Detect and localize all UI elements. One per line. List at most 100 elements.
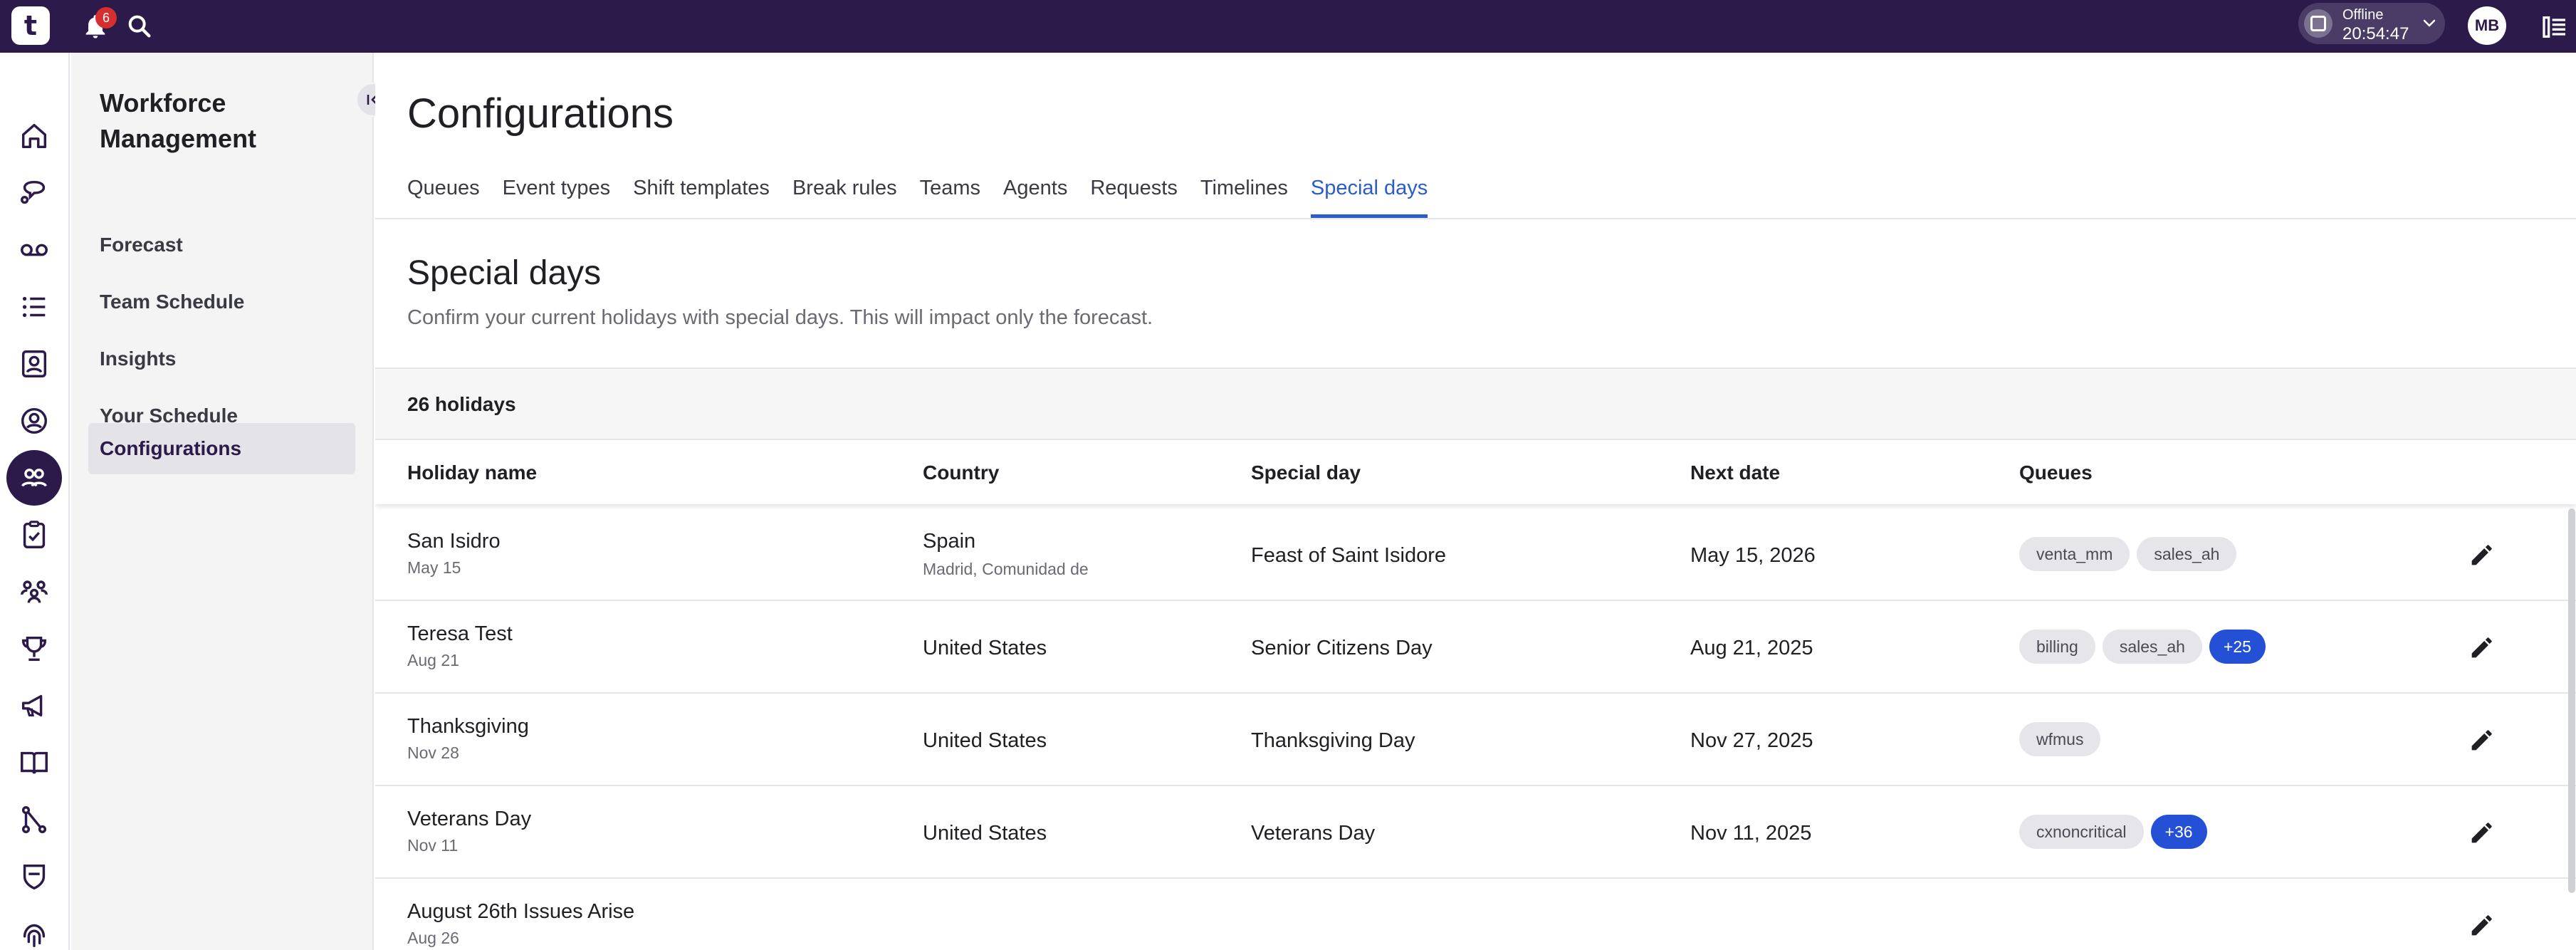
- holiday-count: 26 holidays: [407, 393, 516, 415]
- edit-button[interactable]: [2464, 538, 2498, 573]
- column-queues: Queues: [2019, 461, 2093, 484]
- nav-item-insights[interactable]: Insights: [88, 333, 355, 385]
- edit-button[interactable]: [2464, 816, 2498, 850]
- section-description: Confirm your current holidays with speci…: [407, 306, 1153, 329]
- pencil-icon: [2471, 823, 2492, 843]
- search-icon[interactable]: [125, 12, 154, 41]
- chat-icon: [21, 180, 46, 204]
- tab-timelines[interactable]: Timelines: [1200, 174, 1288, 218]
- country: United States: [923, 822, 1047, 845]
- queue-chip: sales_ah: [2102, 630, 2202, 664]
- flow-icon: [21, 806, 47, 833]
- queue-chips: venta_mm sales_ah: [2019, 537, 2237, 571]
- nav-item-forecast[interactable]: Forecast: [88, 219, 355, 271]
- more-queues-chip[interactable]: +25: [2209, 630, 2266, 664]
- table-row[interactable]: Thanksgiving Nov 28 United States Thanks…: [375, 694, 2576, 786]
- tab-teams[interactable]: Teams: [920, 174, 980, 218]
- tab-queues[interactable]: Queues: [407, 174, 480, 218]
- column-special-day: Special day: [1251, 461, 1361, 484]
- holiday-name: San Isidro: [407, 530, 501, 553]
- tab-event-types[interactable]: Event types: [503, 174, 611, 218]
- home-icon: [21, 123, 47, 149]
- tab-break-rules[interactable]: Break rules: [792, 174, 897, 218]
- rail-home[interactable]: [6, 108, 62, 164]
- table-scrollbar[interactable]: [2568, 508, 2575, 893]
- queue-chips: cxnoncritical +36: [2019, 815, 2207, 849]
- rail-trophy[interactable]: [6, 621, 62, 677]
- table-row[interactable]: Veterans Day Nov 11 United States Vetera…: [375, 786, 2576, 879]
- queue-chips: wfmus: [2019, 722, 2101, 756]
- more-queues-chip[interactable]: +36: [2150, 815, 2207, 849]
- rail-team[interactable]: [6, 564, 62, 620]
- rail-list[interactable]: [6, 279, 62, 335]
- rail-book[interactable]: [6, 735, 62, 790]
- holiday-count-bar: 26 holidays: [375, 367, 2576, 440]
- tab-special-days[interactable]: Special days: [1310, 174, 1428, 218]
- page-title: Configurations: [407, 90, 674, 137]
- next-date: May 15, 2026: [1690, 544, 1816, 567]
- main-content: Configurations Queues Event types Shift …: [375, 53, 2576, 950]
- rail-agent[interactable]: [6, 393, 62, 449]
- column-country: Country: [923, 461, 1000, 484]
- nav-item-team-schedule[interactable]: Team Schedule: [88, 276, 355, 328]
- special-day: Feast of Saint Isidore: [1251, 544, 1447, 567]
- region: Madrid, Comunidad de: [923, 560, 1089, 578]
- country: United States: [923, 637, 1047, 659]
- status-selector[interactable]: Offline 20:54:47: [2298, 3, 2445, 44]
- rail-megaphone[interactable]: [6, 678, 62, 734]
- holiday-name: August 26th Issues Arise: [407, 900, 635, 923]
- status-offline-icon: [2304, 9, 2332, 38]
- holiday-date: Aug 26: [407, 929, 459, 947]
- tab-requests[interactable]: Requests: [1090, 174, 1178, 218]
- queue-chip: cxnoncritical: [2019, 815, 2144, 849]
- table-row[interactable]: August 26th Issues Arise Aug 26: [375, 879, 2576, 950]
- rail-shield[interactable]: [6, 849, 62, 904]
- sidenav-title: Workforce Management: [100, 88, 257, 153]
- queue-chip: wfmus: [2019, 722, 2101, 756]
- rail-task[interactable]: [6, 507, 62, 563]
- queue-chips: billing sales_ah +25: [2019, 630, 2266, 664]
- nav-item-label: Configurations: [100, 437, 242, 459]
- special-day: Senior Citizens Day: [1251, 637, 1433, 659]
- megaphone-icon: [21, 694, 43, 717]
- nav-item-label: Forecast: [100, 234, 183, 256]
- pencil-icon: [2471, 915, 2492, 936]
- rail-workforce[interactable]: [6, 450, 62, 506]
- edit-button[interactable]: [2464, 909, 2498, 943]
- holiday-date: Aug 21: [407, 651, 459, 669]
- rail-voicemail[interactable]: [6, 222, 62, 278]
- holiday-date: Nov 11: [407, 836, 459, 855]
- side-nav: Workforce Management Forecast Team Sched…: [71, 53, 390, 950]
- app-logo[interactable]: t: [11, 6, 50, 45]
- user-avatar[interactable]: MB: [2468, 6, 2506, 45]
- country: Spain: [923, 530, 976, 553]
- fingerprint-icon: [23, 924, 46, 947]
- next-date: Nov 11, 2025: [1690, 822, 1812, 845]
- column-holiday-name: Holiday name: [407, 461, 538, 484]
- rail-fingerprint[interactable]: [6, 906, 62, 950]
- table-row[interactable]: Teresa Test Aug 21 United States Senior …: [375, 601, 2576, 694]
- rail-flow[interactable]: [6, 792, 62, 847]
- config-tabs: Queues Event types Shift templates Break…: [407, 174, 1428, 218]
- table-header: Holiday name Country Special day Next da…: [375, 442, 2576, 504]
- app-rail: [0, 53, 70, 950]
- tabs-divider: [375, 218, 2576, 219]
- pencil-icon: [2471, 545, 2492, 565]
- special-day: Veterans Day: [1251, 822, 1376, 845]
- rail-chat[interactable]: [6, 165, 62, 221]
- voicemail-icon: [21, 244, 48, 256]
- edit-button[interactable]: [2464, 631, 2498, 665]
- nav-item-configurations[interactable]: Configurations: [88, 423, 355, 474]
- book-icon: [21, 751, 48, 774]
- shield-icon: [23, 864, 46, 890]
- rail-contacts[interactable]: [6, 336, 62, 392]
- table-row[interactable]: San Isidro May 15 Spain Madrid, Comunida…: [375, 508, 2576, 601]
- edit-button[interactable]: [2464, 724, 2498, 758]
- contacts-icon: [21, 350, 47, 377]
- status-label: Offline: [2342, 7, 2384, 23]
- panel-toggle-icon[interactable]: [2540, 13, 2569, 41]
- tab-agents[interactable]: Agents: [1003, 174, 1067, 218]
- tab-shift-templates[interactable]: Shift templates: [633, 174, 770, 218]
- holiday-name: Thanksgiving: [407, 715, 529, 738]
- nav-item-label: Team Schedule: [100, 291, 245, 313]
